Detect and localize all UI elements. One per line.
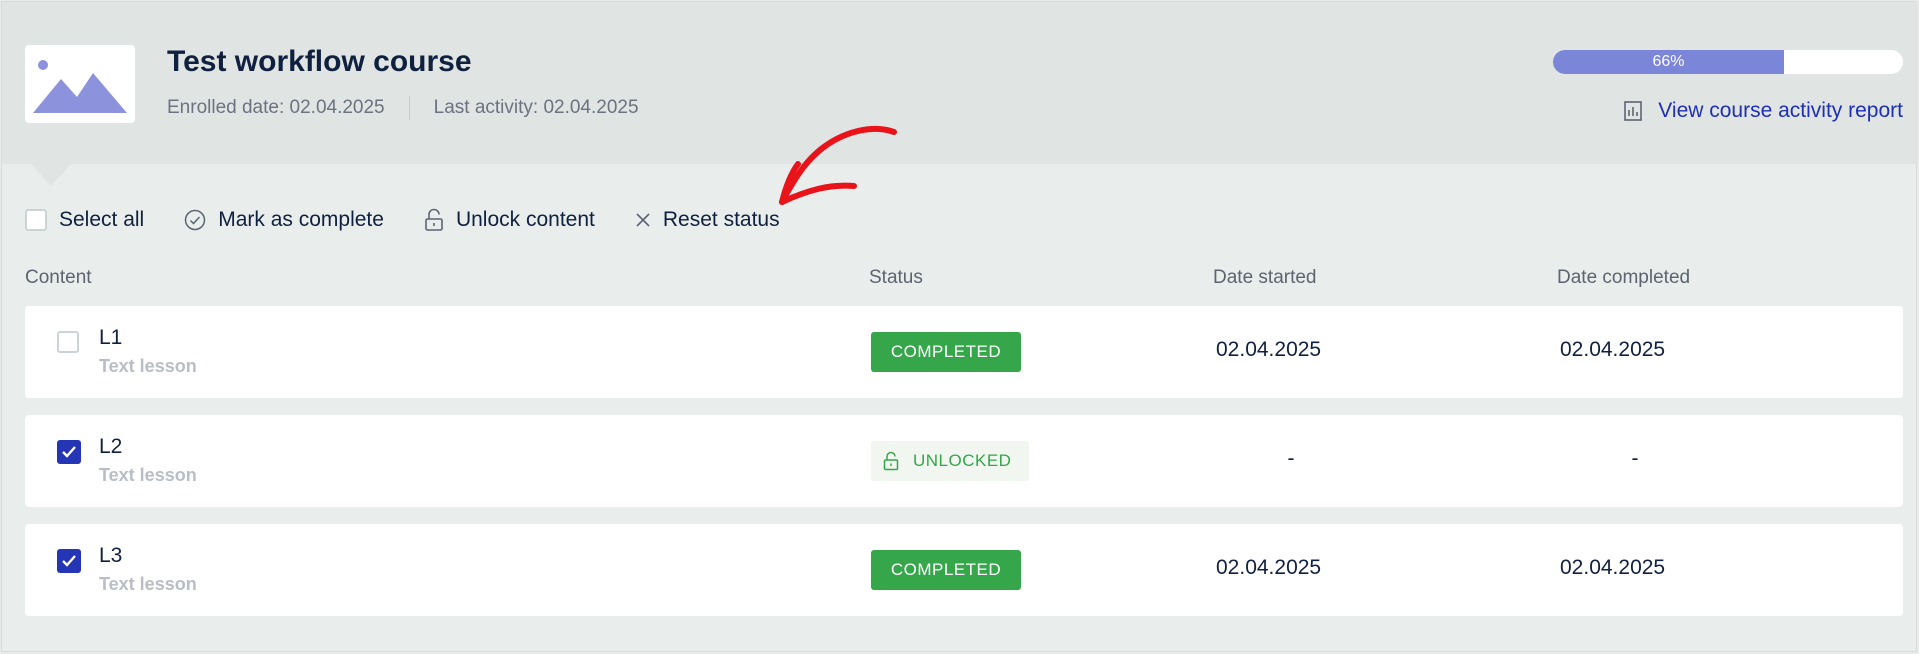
check-circle-icon [184, 209, 206, 231]
bulk-actions-toolbar: Select all Mark as complete Unlock conte… [25, 208, 820, 232]
lesson-type: Text lesson [99, 356, 197, 376]
bar-chart-icon [1624, 101, 1643, 121]
date-started: 02.04.2025 [1216, 556, 1322, 579]
progress-bar: 66% [1553, 50, 1903, 74]
reset-status-label: Reset status [662, 208, 780, 231]
header-pointer [31, 164, 71, 186]
date-completed: - [1631, 447, 1639, 470]
date-started: - [1287, 447, 1295, 470]
course-header: Test workflow course Enrolled date: 02.0… [2, 2, 1918, 164]
reset-status-button[interactable]: Reset status [635, 208, 780, 232]
close-icon [635, 212, 651, 228]
status-badge: COMPLETED [871, 332, 1021, 372]
last-activity: Last activity: 02.04.2025 [433, 97, 639, 118]
course-thumbnail [25, 45, 135, 123]
row-checkbox[interactable] [57, 331, 79, 353]
select-all-checkbox[interactable]: Select all [25, 208, 144, 232]
checkbox-empty-icon [25, 209, 47, 231]
enrolled-date: Enrolled date: 02.04.2025 [167, 97, 385, 118]
lesson-type: Text lesson [99, 465, 197, 485]
unlock-content-button[interactable]: Unlock content [424, 208, 595, 232]
checkmark-icon [62, 446, 76, 458]
select-all-label: Select all [59, 208, 145, 231]
unlock-icon [424, 208, 444, 232]
checkmark-icon [62, 555, 76, 567]
lesson-name: L1 [99, 326, 123, 349]
lesson-name: L2 [99, 435, 123, 458]
date-completed: 02.04.2025 [1560, 338, 1666, 361]
mark-complete-label: Mark as complete [218, 208, 384, 231]
view-report-label: View course activity report [1658, 99, 1903, 122]
progress-label: 66% [1652, 53, 1685, 70]
meta-divider [408, 96, 410, 120]
status-badge: UNLOCKED [871, 441, 1029, 481]
course-meta: Enrolled date: 02.04.2025 Last activity:… [167, 96, 639, 120]
row-checkbox[interactable] [57, 549, 81, 573]
table-row[interactable]: L3 Text lesson COMPLETED 02.04.2025 02.0… [25, 524, 1903, 616]
table-row[interactable]: L2 Text lesson UNLOCKED - - [25, 415, 1903, 507]
date-completed: 02.04.2025 [1560, 556, 1666, 579]
column-header-content: Content [25, 267, 92, 288]
unlock-content-label: Unlock content [455, 208, 595, 231]
column-header-date-started: Date started [1213, 267, 1317, 288]
lesson-type: Text lesson [99, 574, 197, 594]
annotation-arrow-icon [779, 125, 897, 205]
column-header-status: Status [869, 267, 923, 288]
mark-complete-button[interactable]: Mark as complete [184, 208, 384, 232]
row-checkbox[interactable] [57, 440, 81, 464]
status-badge-label: UNLOCKED [913, 451, 1012, 470]
lesson-name: L3 [99, 544, 123, 567]
view-report-link[interactable]: View course activity report [1624, 99, 1903, 123]
course-panel: Test workflow course Enrolled date: 02.0… [1, 1, 1918, 652]
table-row[interactable]: L1 Text lesson COMPLETED 02.04.2025 02.0… [25, 306, 1903, 398]
course-title: Test workflow course [167, 45, 472, 78]
date-started: 02.04.2025 [1216, 338, 1322, 361]
column-header-date-completed: Date completed [1557, 267, 1691, 288]
image-icon [33, 60, 127, 113]
unlock-icon [883, 451, 899, 471]
status-badge: COMPLETED [871, 550, 1021, 590]
